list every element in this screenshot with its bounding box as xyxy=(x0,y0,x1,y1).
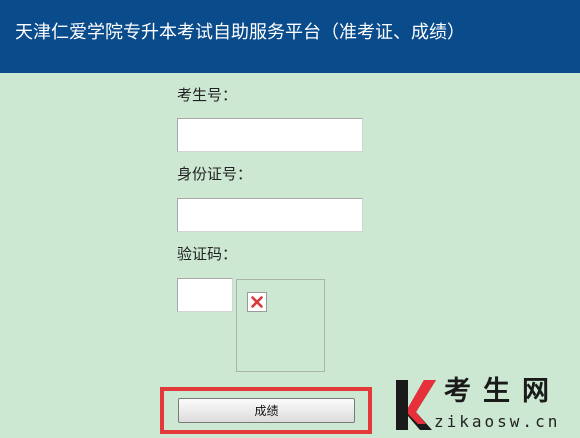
exam-number-input[interactable] xyxy=(177,118,363,152)
captcha-label: 验证码： xyxy=(177,245,238,263)
watermark: 考生网 zikaosw.cn xyxy=(392,372,580,438)
id-number-input[interactable] xyxy=(177,198,363,232)
captcha-image[interactable] xyxy=(236,279,325,372)
score-button[interactable]: 成绩 xyxy=(178,398,355,423)
k-logo-icon xyxy=(396,380,436,430)
watermark-domain: zikaosw.cn xyxy=(434,412,561,431)
exam-number-label: 考生号： xyxy=(177,86,238,104)
watermark-name: 考生网 xyxy=(444,376,561,407)
id-number-label: 身份证号： xyxy=(177,165,253,183)
page-header: 天津仁爱学院专升本考试自助服务平台（准考证、成绩） xyxy=(0,0,580,73)
page-title: 天津仁爱学院专升本考试自助服务平台（准考证、成绩） xyxy=(15,22,465,43)
broken-image-x-icon xyxy=(251,296,263,308)
broken-image-icon xyxy=(247,292,267,312)
captcha-input[interactable] xyxy=(177,278,233,312)
